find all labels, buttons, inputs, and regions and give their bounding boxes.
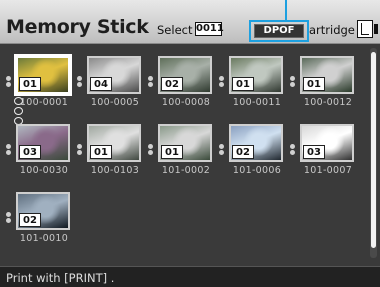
- bullet-icon: [148, 144, 153, 149]
- bullet-icon: [148, 76, 153, 81]
- scrollbar-thumb[interactable]: [371, 52, 376, 248]
- bullet-icon: [219, 144, 224, 149]
- thumbnail-item[interactable]: 01 101-0002: [148, 118, 212, 182]
- thumbnail-photo[interactable]: 03: [16, 124, 70, 162]
- bullet-icon: [219, 76, 224, 81]
- footer-bar: Print with [PRINT] .: [0, 266, 380, 287]
- thumbnail-item[interactable]: 01 100-0103: [77, 118, 141, 182]
- file-name: 100-0008: [161, 97, 211, 108]
- file-name: 100-0030: [19, 165, 69, 176]
- file-name: 101-0007: [303, 165, 353, 176]
- footer-instruction: Print with [PRINT] .: [6, 271, 115, 285]
- file-name: 101-0006: [232, 165, 282, 176]
- bullet-icon: [290, 144, 295, 149]
- file-name: 100-0001: [19, 97, 69, 108]
- bullet-icon: [6, 82, 11, 87]
- thumbnail-photo[interactable]: 02: [158, 56, 212, 94]
- thumbnail-photo[interactable]: 03: [300, 124, 354, 162]
- thumbnail-photo[interactable]: 01: [14, 54, 72, 96]
- thumbnail-photo[interactable]: 02: [16, 192, 70, 230]
- thumbnail-photo[interactable]: 01: [229, 56, 283, 94]
- copies-badge: 01: [161, 145, 183, 159]
- bullet-icon: [6, 218, 11, 223]
- bullet-icon: [219, 82, 224, 87]
- file-name: 100-0103: [90, 165, 140, 176]
- file-name: 101-0010: [19, 233, 69, 244]
- bullet-icon: [77, 144, 82, 149]
- dpof-button[interactable]: DPOF: [254, 24, 304, 38]
- bullet-icon: [148, 82, 153, 87]
- dpof-highlight-frame: DPOF: [249, 20, 309, 42]
- copies-badge: 01: [303, 77, 325, 91]
- thumbnail-grid: 01 100-0001 04 100-0005 02 100-0008 01 100-0011…: [0, 45, 380, 265]
- thumbnail-item[interactable]: 01 100-0012: [290, 50, 354, 114]
- thumbnail-item[interactable]: 03 100-0030: [6, 118, 70, 182]
- copies-badge: 03: [303, 145, 325, 159]
- file-name: 100-0012: [303, 97, 353, 108]
- bullet-icon: [290, 150, 295, 155]
- bullet-icon: [290, 82, 295, 87]
- thumbnail-item[interactable]: 02 101-0006: [219, 118, 283, 182]
- thumbnail-item[interactable]: 02 100-0008: [148, 50, 212, 114]
- bullet-icon: [6, 212, 11, 217]
- copies-badge: 03: [19, 145, 41, 159]
- file-name: 100-0005: [90, 97, 140, 108]
- thumbnail-photo[interactable]: 04: [87, 56, 141, 94]
- bullet-icon: [6, 76, 11, 81]
- thumbnail-item[interactable]: 01 100-0011: [219, 50, 283, 114]
- thumbnail-photo[interactable]: 01: [300, 56, 354, 94]
- copies-badge: 02: [161, 77, 183, 91]
- bullet-icon: [148, 150, 153, 155]
- header-bar: Memory Stick Select 0011 DPOF artridge: [0, 0, 380, 44]
- copies-badge: 01: [232, 77, 254, 91]
- cartridge-label: artridge: [309, 23, 355, 37]
- bullet-icon: [77, 150, 82, 155]
- bullet-icon: [6, 144, 11, 149]
- select-count: 0011: [195, 22, 224, 36]
- dpof-pointer-line: [285, 0, 287, 20]
- thumbnail-photo[interactable]: 01: [158, 124, 212, 162]
- bullet-icon: [6, 150, 11, 155]
- copies-badge: 02: [232, 145, 254, 159]
- copies-badge: 01: [90, 145, 112, 159]
- page-title: Memory Stick: [6, 16, 149, 38]
- thumbnail-item[interactable]: 03 101-0007: [290, 118, 354, 182]
- thumbnail-photo[interactable]: 02: [229, 124, 283, 162]
- select-label: Select: [157, 23, 193, 37]
- bullet-icon: [219, 150, 224, 155]
- cartridge-icon: [357, 20, 378, 38]
- copies-badge: 02: [19, 213, 41, 227]
- copies-badge: 04: [90, 77, 112, 91]
- thumbnail-item[interactable]: 01 100-0001: [6, 50, 72, 114]
- bullet-icon: [77, 82, 82, 87]
- file-name: 101-0002: [161, 165, 211, 176]
- copies-badge: 01: [19, 77, 41, 91]
- scrollbar[interactable]: [370, 48, 377, 258]
- thumbnail-item[interactable]: 02 101-0010: [6, 186, 70, 250]
- file-name: 100-0011: [232, 97, 282, 108]
- bullet-icon: [77, 76, 82, 81]
- thumbnail-photo[interactable]: 01: [87, 124, 141, 162]
- bullet-icon: [290, 76, 295, 81]
- thumbnail-item[interactable]: 04 100-0005: [77, 50, 141, 114]
